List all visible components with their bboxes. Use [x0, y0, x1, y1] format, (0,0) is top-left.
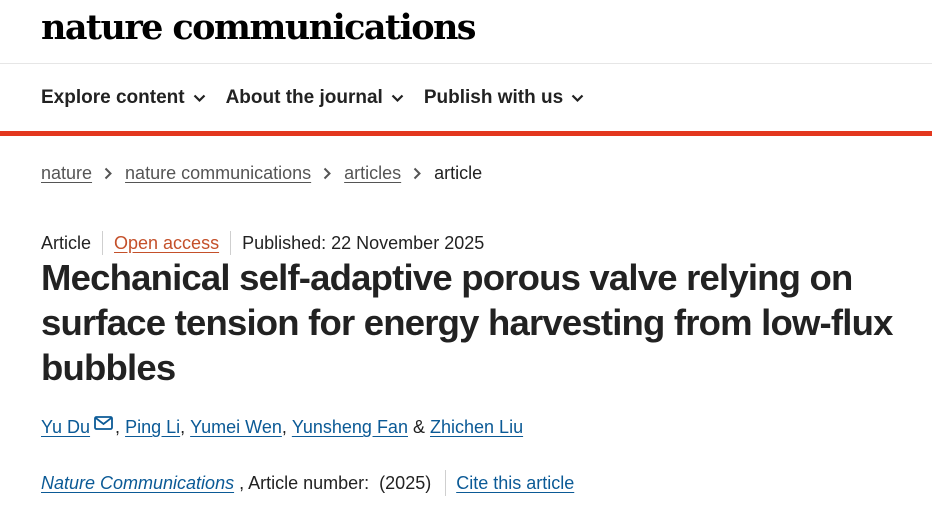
citation-divider	[445, 470, 447, 496]
author-separator: ,	[281, 417, 292, 437]
author-link-zhichen-liu[interactable]: Zhichen Liu	[430, 417, 523, 438]
chevron-down-icon	[571, 94, 584, 102]
article-type: Article	[41, 232, 92, 253]
nav-item-label: About the journal	[225, 87, 383, 108]
journal-link[interactable]: Nature Communications	[41, 473, 234, 494]
chevron-right-icon	[413, 167, 422, 180]
nav-item-label: Publish with us	[423, 87, 564, 108]
meta-divider	[230, 231, 232, 255]
citation-line: Nature Communications , Article number: …	[41, 470, 574, 496]
author-link-ping-li[interactable]: Ping Li	[125, 417, 180, 438]
nav-item-label: Explore content	[41, 87, 185, 108]
breadcrumb-link-articles[interactable]: articles	[344, 163, 401, 184]
accent-bar	[0, 131, 932, 136]
chevron-down-icon	[193, 94, 205, 102]
article-meta: Article Open access Published: 22 Novemb…	[41, 231, 484, 255]
author-conjunction: &	[412, 417, 425, 437]
author-link-yunsheng-fan[interactable]: Yunsheng Fan	[292, 417, 408, 438]
nav-explore-content[interactable]: Explore content	[41, 87, 206, 109]
article-number-label: , Article number:	[239, 472, 370, 493]
author-separator: ,	[115, 417, 126, 437]
author-link-yumei-wen[interactable]: Yumei Wen	[190, 417, 282, 438]
breadcrumb: nature nature communications articles ar…	[41, 163, 482, 184]
breadcrumb-link-nature[interactable]: nature	[41, 163, 92, 184]
cite-article-link[interactable]: Cite this article	[456, 473, 574, 494]
open-access-link[interactable]: Open access	[114, 233, 219, 254]
published-date: Published: 22 November 2025	[242, 232, 485, 253]
chevron-right-icon	[323, 167, 332, 180]
meta-divider	[102, 231, 104, 255]
envelope-icon[interactable]	[94, 415, 113, 430]
author-list: Yu Du , Ping Li , Yumei Wen , Yunsheng F…	[41, 415, 523, 438]
breadcrumb-current: article	[434, 163, 483, 183]
nav-publish-with-us[interactable]: Publish with us	[424, 87, 584, 109]
author-separator: ,	[180, 417, 191, 437]
nav-about-journal[interactable]: About the journal	[226, 87, 404, 109]
author-link-yu-du[interactable]: Yu Du	[41, 417, 90, 438]
citation-year: (2025)	[379, 472, 432, 493]
main-nav: Explore content About the journal Publis…	[41, 84, 604, 112]
header-divider	[0, 63, 932, 64]
breadcrumb-link-nature-communications[interactable]: nature communications	[125, 163, 311, 184]
journal-logo[interactable]: nature communications	[41, 6, 477, 50]
chevron-down-icon	[391, 94, 404, 102]
chevron-right-icon	[104, 167, 113, 180]
article-title: Mechanical self-adaptive porous valve re…	[41, 257, 893, 388]
